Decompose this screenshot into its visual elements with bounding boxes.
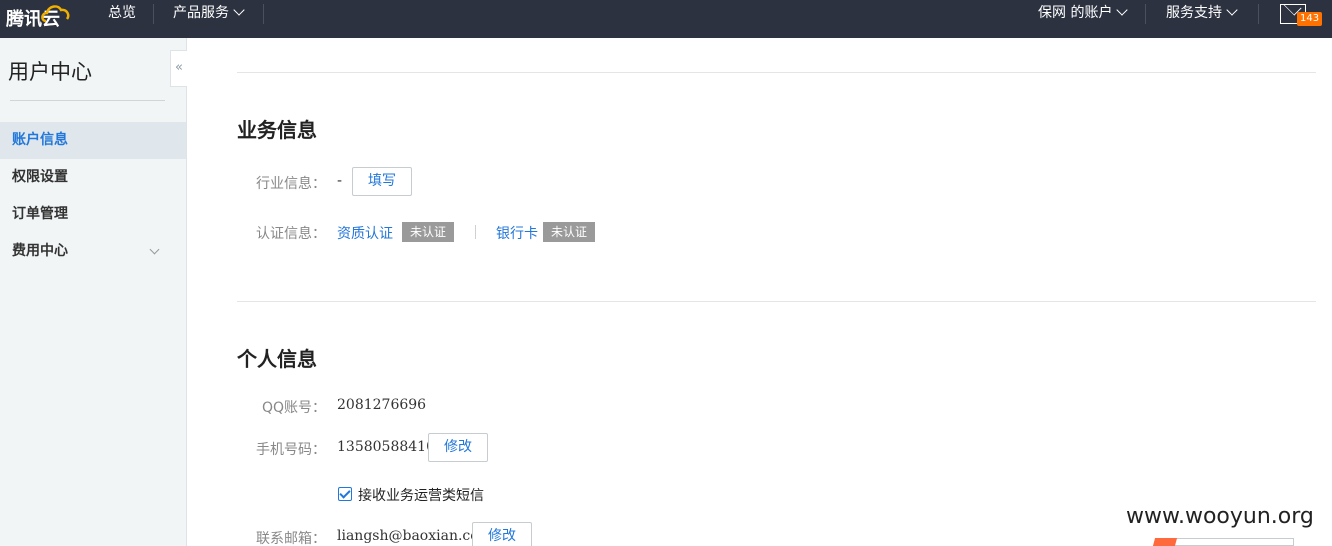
sidebar-item-label: 账户信息 bbox=[12, 132, 68, 148]
support-menu[interactable]: 服务支持 bbox=[1166, 0, 1238, 32]
help-icon bbox=[1152, 538, 1178, 546]
qq-label: QQ账号： bbox=[261, 400, 326, 416]
nav-overview[interactable]: 总览 bbox=[108, 0, 136, 32]
divider bbox=[475, 225, 476, 239]
sidebar-item-label: 订单管理 bbox=[12, 206, 68, 222]
chevron-down-icon bbox=[1116, 4, 1129, 16]
chevron-down-icon bbox=[1226, 4, 1238, 16]
qq-value: 2081276696 bbox=[337, 397, 427, 413]
sidebar-item-permissions[interactable]: 权限设置 bbox=[0, 159, 186, 196]
account-menu-label: 保网 的账户 bbox=[1038, 5, 1113, 21]
sidebar-collapse-button[interactable]: « bbox=[170, 50, 187, 87]
sidebar-item-account-info[interactable]: 账户信息 bbox=[0, 122, 186, 159]
sidebar-divider bbox=[10, 100, 165, 101]
tencent-cloud-logo[interactable]: 腾讯云 bbox=[6, 3, 70, 33]
nav-overview-label: 总览 bbox=[108, 5, 136, 21]
email-label: 联系邮箱： bbox=[256, 531, 326, 546]
support-menu-label: 服务支持 bbox=[1166, 5, 1222, 21]
nav-divider bbox=[1145, 4, 1146, 24]
industry-label: 行业信息： bbox=[256, 176, 326, 192]
edit-phone-button[interactable]: 修改 bbox=[428, 433, 488, 462]
nav-divider bbox=[153, 4, 154, 24]
top-navbar: 腾讯云 总览 产品服务 保网 的账户 服务支持 143 bbox=[0, 0, 1332, 38]
edit-email-button[interactable]: 修改 bbox=[472, 522, 532, 546]
account-menu[interactable]: 保网 的账户 bbox=[1038, 0, 1129, 32]
sidebar-item-orders[interactable]: 订单管理 bbox=[0, 196, 186, 233]
bankcard-link[interactable]: 银行卡 bbox=[496, 223, 538, 243]
phone-label: 手机号码： bbox=[256, 442, 326, 458]
nav-products[interactable]: 产品服务 bbox=[173, 0, 245, 32]
sms-checkbox-label[interactable]: 接收业务运营类短信 bbox=[358, 485, 484, 505]
personal-info-title: 个人信息 bbox=[237, 347, 317, 371]
cloud-logo-icon bbox=[41, 5, 70, 23]
certification-label: 认证信息： bbox=[256, 226, 326, 242]
qualification-cert-link[interactable]: 资质认证 bbox=[337, 223, 393, 243]
sidebar: 用户中心 账户信息 权限设置 订单管理 费用中心 bbox=[0, 38, 187, 546]
sms-checkbox[interactable] bbox=[338, 487, 352, 501]
sidebar-item-label: 权限设置 bbox=[12, 169, 68, 185]
sidebar-item-label: 费用中心 bbox=[12, 243, 68, 259]
sidebar-title: 用户中心 bbox=[8, 60, 92, 84]
nav-divider bbox=[263, 4, 264, 24]
sidebar-item-billing[interactable]: 费用中心 bbox=[0, 233, 186, 270]
phone-value: 13580588410 bbox=[337, 439, 435, 455]
chevron-down-icon bbox=[233, 4, 245, 16]
nav-divider bbox=[1258, 4, 1259, 24]
section-divider bbox=[237, 72, 1316, 73]
industry-value: - bbox=[337, 173, 343, 189]
fill-industry-button[interactable]: 填写 bbox=[352, 167, 412, 196]
email-value: liangsh@baoxian.com bbox=[337, 528, 492, 544]
chevron-down-icon bbox=[149, 244, 160, 255]
watermark-text: www.wooyun.org bbox=[1126, 504, 1314, 529]
section-divider bbox=[237, 301, 1316, 302]
nav-products-label: 产品服务 bbox=[173, 5, 229, 21]
bankcard-status-badge: 未认证 bbox=[543, 222, 596, 242]
business-info-title: 业务信息 bbox=[237, 118, 317, 142]
mail-count-badge: 143 bbox=[1297, 12, 1323, 26]
qualification-status-badge: 未认证 bbox=[402, 222, 455, 242]
